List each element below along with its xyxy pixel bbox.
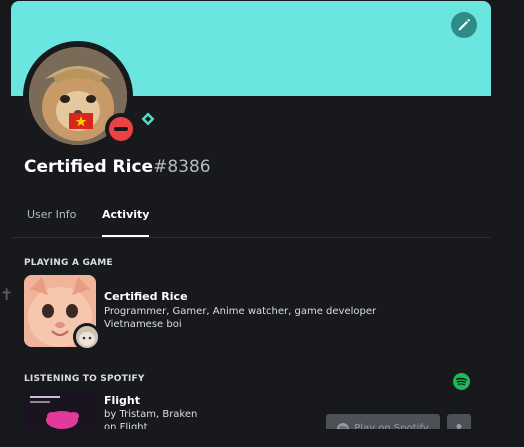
game-state: Vietnamese boi xyxy=(104,319,182,330)
dnd-status-icon xyxy=(109,117,133,141)
discriminator: #8386 xyxy=(153,157,211,177)
game-small-image xyxy=(73,323,101,351)
song-artist[interactable]: by Tristam, Braken xyxy=(104,408,197,421)
play-on-spotify-label: Play on Spotify xyxy=(354,423,429,429)
album-cover[interactable] xyxy=(24,390,96,429)
edit-profile-button[interactable] xyxy=(451,12,477,38)
nitro-badge-icon[interactable] xyxy=(140,111,156,127)
tab-activity[interactable]: Activity xyxy=(102,207,150,237)
game-section-title: PLAYING A GAME xyxy=(24,258,113,268)
view-spotify-profile-button[interactable] xyxy=(447,414,471,429)
user-profile-card: Certified Rice#8386 User Info Activity P… xyxy=(11,1,491,429)
username: Certified Rice xyxy=(24,157,154,177)
partial-edge-icon: ✝ xyxy=(0,285,14,304)
user-icon xyxy=(456,424,462,429)
tab-user-info[interactable]: User Info xyxy=(27,207,76,235)
spotify-small-icon xyxy=(337,423,350,429)
pencil-icon xyxy=(458,19,470,31)
spotify-icon xyxy=(453,373,470,390)
profile-name: Certified Rice#8386 xyxy=(24,155,211,179)
profile-tabs: User Info Activity xyxy=(11,201,491,238)
avatar-frame xyxy=(23,41,137,151)
spotify-section-title: LISTENING TO SPOTIFY xyxy=(24,374,145,384)
status-indicator xyxy=(105,113,137,145)
play-on-spotify-button[interactable]: Play on Spotify xyxy=(326,414,440,429)
game-details: Programmer, Gamer, Anime watcher, game d… xyxy=(104,306,377,317)
song-title[interactable]: Flight xyxy=(104,394,140,408)
game-name: Certified Rice xyxy=(104,290,188,303)
song-album[interactable]: on Flight xyxy=(104,421,148,429)
